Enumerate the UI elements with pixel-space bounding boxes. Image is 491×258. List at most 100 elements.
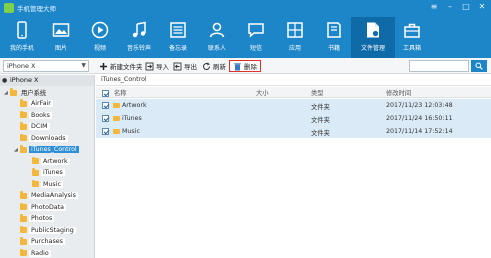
tree-node[interactable]: PhotoData [14, 202, 66, 213]
delete-button[interactable]: 删除 [229, 60, 261, 72]
column-name-header[interactable]: 名称 [114, 88, 127, 97]
nav-item-toolbox[interactable]: 工具箱 [390, 17, 434, 58]
folder-icon [20, 237, 27, 245]
file-row[interactable]: iTunes 文件夹 2017/11/24 16:50:11 [96, 112, 491, 125]
plus-icon [100, 62, 107, 70]
tree-node[interactable]: Artwork [26, 156, 70, 167]
tree-node-label: Radio [29, 249, 51, 257]
folder-icon [20, 145, 27, 153]
notes-icon [170, 22, 186, 38]
tree-node[interactable]: iTunes [26, 167, 65, 178]
tree-node[interactable]: Photos [14, 213, 55, 224]
device-select[interactable]: iPhone X ▼ [3, 60, 89, 72]
tree-node[interactable]: MediaAnalysis [14, 190, 78, 201]
nav-item-my-phone[interactable]: 我的手机 [0, 17, 44, 58]
folder-icon [113, 103, 120, 108]
sms-icon [248, 23, 264, 38]
tree-node-label: Music [41, 180, 63, 188]
column-type-header[interactable]: 类型 [311, 88, 324, 97]
contacts-icon [209, 22, 225, 38]
menu-icon[interactable]: ≡ [429, 2, 439, 12]
row-checkbox[interactable] [102, 115, 109, 122]
export-button[interactable]: 导出 [173, 60, 197, 72]
tree-node-label: Books [29, 111, 52, 119]
main-nav: 我的手机 图片 视频 音乐铃声 备忘录 联系人 短信 应用 书籍 文件管理 工具… [0, 17, 491, 58]
folder-icon [20, 225, 27, 233]
tree-node[interactable]: ◢ iTunes_Control [14, 144, 79, 155]
current-path: iTunes_Control [101, 76, 147, 83]
expand-arrow-icon[interactable]: ◢ [14, 147, 19, 153]
tree-node[interactable]: AirFair [14, 98, 53, 109]
export-icon [173, 62, 182, 70]
window-controls: ≡ – □ ✕ [429, 2, 487, 12]
tree-node-label: Downloads [29, 134, 68, 142]
folder-icon [20, 133, 27, 141]
tree-node[interactable]: Downloads [14, 133, 68, 144]
folder-icon [20, 202, 27, 210]
search-icon [475, 62, 483, 70]
tree-node-label: PhotoData [29, 203, 66, 211]
folder-icon [32, 168, 39, 176]
nav-item-notes[interactable]: 备忘录 [156, 17, 200, 58]
nav-item-music[interactable]: 音乐铃声 [117, 17, 161, 58]
close-icon[interactable]: ✕ [477, 2, 487, 12]
file-manager-icon [367, 22, 379, 38]
nav-item-books[interactable]: 书籍 [312, 17, 356, 58]
column-size-header[interactable]: 大小 [256, 88, 269, 97]
tree-node[interactable]: Books [14, 110, 52, 121]
search-button[interactable] [471, 60, 487, 72]
nav-item-video[interactable]: 视频 [78, 17, 122, 58]
nav-item-apps[interactable]: 应用 [273, 17, 317, 58]
tree-device-row[interactable]: ● iPhone X [0, 75, 94, 86]
folder-icon [32, 156, 39, 164]
tree-node[interactable]: PublicStaging [14, 225, 76, 236]
tree-node-label: Purchases [29, 238, 65, 245]
video-icon [91, 21, 109, 39]
tree-node-label: iTunes_Control [29, 146, 79, 153]
tree-node[interactable]: Radio [14, 248, 51, 258]
nav-item-contacts[interactable]: 联系人 [195, 17, 239, 58]
file-row[interactable]: Artwork 文件夹 2017/11/23 12:03:48 [96, 99, 491, 112]
refresh-icon [203, 61, 210, 70]
tree-node[interactable]: Purchases [14, 236, 65, 247]
folder-icon [32, 179, 39, 187]
nav-item-sms[interactable]: 短信 [234, 17, 278, 58]
folder-tree: ● iPhone X ◢ 用户系统 AirFair Books DCIM Downlo… [0, 75, 95, 258]
toolbox-icon [404, 23, 420, 38]
column-modified-header[interactable]: 修改时间 [386, 88, 411, 97]
tree-node-user-system[interactable]: ◢ 用户系统 [4, 87, 48, 98]
tree-node[interactable]: Music [26, 179, 63, 190]
tree-node-label: AirFair [29, 100, 53, 107]
file-list-empty-area[interactable] [96, 138, 491, 258]
select-all-checkbox[interactable] [102, 90, 109, 97]
row-checkbox[interactable] [102, 102, 109, 109]
row-checkbox[interactable] [102, 128, 109, 135]
music-icon [132, 21, 146, 38]
tree-node-label: iTunes [41, 169, 65, 176]
tree-node[interactable]: DCIM [14, 121, 50, 132]
nav-item-file-manager[interactable]: 文件管理 [351, 17, 395, 58]
trash-icon [234, 62, 241, 70]
folder-icon [113, 129, 120, 134]
maximize-icon[interactable]: □ [461, 2, 471, 12]
tree-node-label: MediaAnalysis [29, 192, 78, 199]
folder-icon [10, 88, 17, 96]
folder-icon [20, 248, 27, 256]
import-icon [145, 62, 154, 70]
expand-arrow-icon: ◢ [4, 89, 8, 96]
folder-icon [113, 116, 120, 121]
minimize-icon[interactable]: – [445, 2, 455, 12]
file-row[interactable]: Music 文件夹 2017/11/14 17:52:14 [96, 125, 491, 138]
folder-icon [20, 99, 27, 107]
folder-icon [20, 191, 27, 199]
tree-node-label: Photos [29, 215, 55, 222]
import-button[interactable]: 导入 [145, 60, 169, 72]
search-input[interactable] [409, 60, 469, 72]
top-bar: 手机管理大师 ≡ – □ ✕ 我的手机 图片 视频 音乐铃声 备忘录 联系人 短… [0, 0, 491, 58]
nav-item-images[interactable]: 图片 [39, 17, 83, 58]
file-list-header: 名称 大小 类型 修改时间 [96, 87, 491, 98]
new-folder-button[interactable]: 新建文件夹 [99, 60, 143, 72]
phone-icon [17, 21, 27, 39]
apple-icon: ● [2, 77, 8, 84]
refresh-button[interactable]: 刷新 [202, 60, 226, 72]
